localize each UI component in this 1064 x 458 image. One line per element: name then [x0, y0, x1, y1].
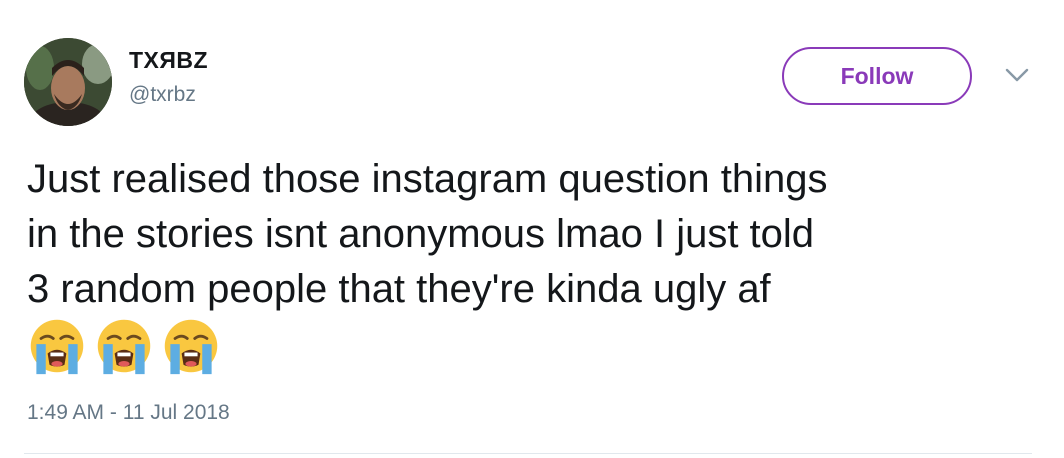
avatar[interactable]	[24, 38, 112, 126]
chevron-down-icon[interactable]	[1004, 66, 1030, 84]
divider	[24, 453, 1032, 454]
follow-button[interactable]: Follow	[782, 47, 972, 105]
tweet-text-line: Just realised those instagram question t…	[27, 157, 828, 201]
avatar-photo	[24, 38, 112, 126]
tweet-text-line: 3 random people that they're kinda ugly …	[27, 267, 771, 311]
loudly-crying-face-icon	[164, 319, 218, 375]
author-handle[interactable]: @txrbz	[129, 83, 196, 107]
loudly-crying-face-icon	[97, 319, 151, 375]
emoji-row	[27, 316, 221, 376]
loudly-crying-face-icon	[30, 319, 84, 375]
tweet-timestamp[interactable]: 1:49 AM - 11 Jul 2018	[27, 401, 230, 425]
tweet-text: Just realised those instagram question t…	[27, 152, 1047, 317]
tweet-text-line: in the stories isnt anonymous lmao I jus…	[27, 212, 815, 256]
author-display-name[interactable]: TXЯBZ	[129, 47, 208, 74]
